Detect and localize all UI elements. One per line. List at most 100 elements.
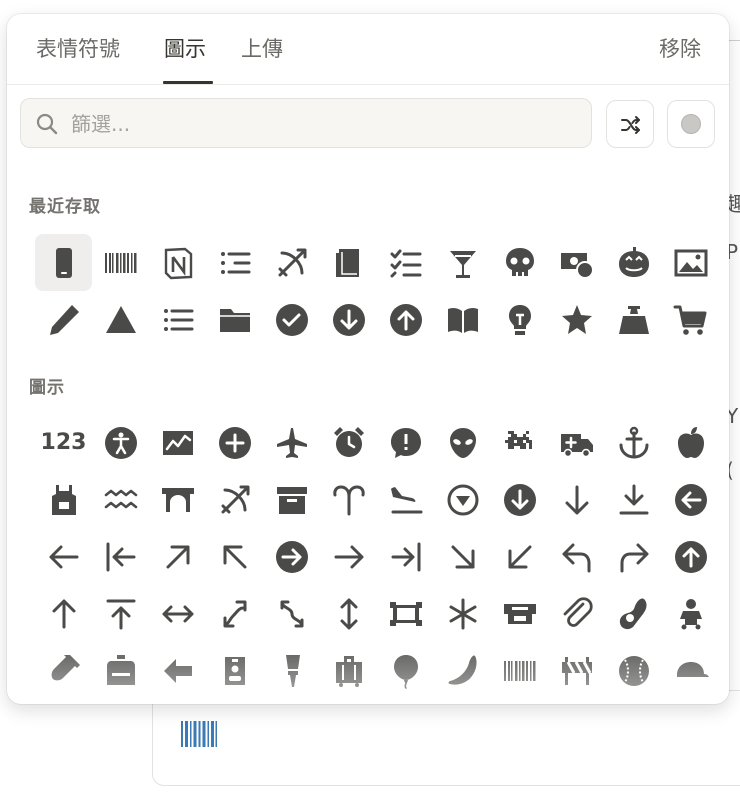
icon-option[interactable] (92, 528, 149, 585)
icon-option[interactable] (491, 414, 548, 471)
arrow-left-right-icon (162, 605, 193, 622)
icon-option[interactable] (605, 471, 662, 528)
icon-option[interactable] (548, 471, 605, 528)
icon-option[interactable] (434, 291, 491, 348)
icon-option[interactable] (548, 528, 605, 585)
icon-option[interactable] (320, 291, 377, 348)
icon-option[interactable] (149, 291, 206, 348)
icon-option[interactable] (377, 234, 434, 291)
icon-option[interactable] (434, 585, 491, 642)
icon-option[interactable] (434, 414, 491, 471)
icon-option[interactable] (92, 471, 149, 528)
icon-option[interactable] (206, 642, 263, 699)
icon-option[interactable] (149, 585, 206, 642)
book-icon (335, 248, 359, 277)
arrow-right-circle-icon (275, 540, 308, 573)
icon-option[interactable] (206, 234, 263, 291)
icon-option[interactable] (548, 234, 605, 291)
icon-option[interactable] (377, 642, 434, 699)
icon-option[interactable] (92, 585, 149, 642)
icon-option[interactable] (320, 471, 377, 528)
icon-option[interactable] (263, 471, 320, 528)
icon-option[interactable]: 123 (35, 414, 92, 471)
icon-option[interactable] (548, 585, 605, 642)
arrow-up-right-icon (166, 545, 189, 568)
icon-option[interactable] (662, 585, 719, 642)
icon-option[interactable] (377, 528, 434, 585)
icon-option[interactable] (434, 471, 491, 528)
tab-icons[interactable]: 圖示 (164, 34, 206, 64)
icon-option[interactable] (320, 642, 377, 699)
arrow-up-circle-icon (389, 303, 422, 336)
icon-option[interactable] (149, 471, 206, 528)
icon-option[interactable] (149, 414, 206, 471)
icon-option[interactable] (377, 471, 434, 528)
icon-option[interactable] (605, 291, 662, 348)
icon-option[interactable] (605, 234, 662, 291)
icon-option[interactable] (263, 414, 320, 471)
icon-option[interactable] (35, 528, 92, 585)
icon-option[interactable] (548, 291, 605, 348)
random-icon-button[interactable] (606, 100, 654, 148)
icon-option[interactable] (263, 642, 320, 699)
icon-option[interactable] (377, 585, 434, 642)
icon-option[interactable] (377, 291, 434, 348)
search-input[interactable] (69, 107, 573, 141)
icon-option[interactable] (149, 528, 206, 585)
icon-option[interactable] (35, 471, 92, 528)
icon-option[interactable] (377, 414, 434, 471)
icon-option[interactable] (320, 234, 377, 291)
tab-bar: 表情符號 圖示 上傳 移除 (7, 14, 729, 85)
icon-option[interactable] (662, 291, 719, 348)
icon-option[interactable] (491, 234, 548, 291)
icon-option[interactable] (605, 642, 662, 699)
icon-option[interactable] (662, 528, 719, 585)
icon-option[interactable] (263, 234, 320, 291)
icon-option[interactable] (434, 234, 491, 291)
icon-option[interactable] (149, 234, 206, 291)
icon-option[interactable] (434, 528, 491, 585)
remove-button[interactable]: 移除 (659, 34, 701, 64)
icon-option[interactable] (263, 528, 320, 585)
icon-option[interactable] (206, 471, 263, 528)
icon-option[interactable] (206, 414, 263, 471)
icon-option[interactable] (491, 471, 548, 528)
icon-option[interactable] (662, 234, 719, 291)
icon-option[interactable] (206, 528, 263, 585)
tab-upload[interactable]: 上傳 (241, 34, 283, 64)
icon-option[interactable] (320, 585, 377, 642)
icon-option[interactable] (548, 414, 605, 471)
tab-emoji[interactable]: 表情符號 (36, 34, 120, 64)
cocktail-glass-icon (449, 250, 476, 278)
icon-option[interactable] (320, 528, 377, 585)
icon-option[interactable] (35, 585, 92, 642)
icon-option[interactable] (263, 291, 320, 348)
icon-option[interactable] (92, 642, 149, 699)
icon-option[interactable] (491, 585, 548, 642)
icon-option[interactable] (491, 291, 548, 348)
icon-option[interactable] (605, 528, 662, 585)
icon-option[interactable] (92, 414, 149, 471)
icon-option[interactable] (605, 585, 662, 642)
icon-option[interactable] (605, 414, 662, 471)
icon-option[interactable] (35, 642, 92, 699)
icon-option[interactable] (92, 291, 149, 348)
icon-option[interactable] (320, 414, 377, 471)
search-box[interactable] (20, 98, 592, 148)
icon-option[interactable] (35, 234, 92, 291)
icon-option[interactable] (92, 234, 149, 291)
icon-option[interactable] (149, 642, 206, 699)
icon-option[interactable] (662, 471, 719, 528)
icon-option[interactable] (491, 642, 548, 699)
checkmark-circle-icon (275, 303, 308, 336)
icon-option[interactable] (548, 642, 605, 699)
icon-option[interactable] (206, 291, 263, 348)
icon-option[interactable] (206, 585, 263, 642)
icon-option[interactable] (434, 642, 491, 699)
icon-option[interactable] (662, 642, 719, 699)
icon-option[interactable] (662, 414, 719, 471)
icon-option[interactable] (35, 291, 92, 348)
skin-tone-button[interactable] (667, 100, 715, 148)
icon-option[interactable] (491, 528, 548, 585)
icon-option[interactable] (263, 585, 320, 642)
